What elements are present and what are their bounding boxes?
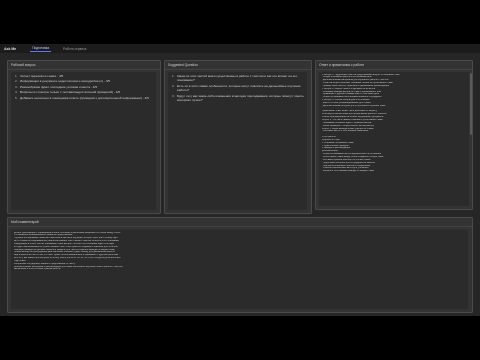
list-item[interactable]: 1. Какие из этих частей книги существенны… bbox=[172, 74, 304, 83]
context-line: Заключение и итоги по всем пунктам работ… bbox=[13, 268, 61, 271]
suggested-list: 1. Какие из этих частей книги существенны… bbox=[168, 72, 307, 105]
suggested-panel-header: Suggested Question bbox=[165, 61, 311, 70]
context-panel-body[interactable]: Детали, работающие с обращением к книге,… bbox=[11, 230, 468, 309]
questions-panel: Рабочий вопрос 1. Читает пересказ из книг… bbox=[7, 60, 161, 214]
suggested-panel-body[interactable]: 1. Какие из этих частей книги существенны… bbox=[168, 72, 307, 210]
item-text: Разнообразие фраз: последние условия и м… bbox=[20, 84, 98, 89]
list-item[interactable]: 2. Есть ли в этих главах особенности, кот… bbox=[172, 84, 304, 93]
item-text: Вопросы из спектра только с тестами/недо… bbox=[20, 90, 121, 95]
tab-preparation[interactable]: Подготовка bbox=[30, 45, 52, 52]
app-window: Ask Me Подготовка Работа сервиса Рабочий… bbox=[0, 44, 480, 316]
answer-line: - Запишите собственные выводы по каждой … bbox=[321, 170, 374, 173]
item-text: Читает пересказ из книги - 4/5 bbox=[20, 74, 64, 78]
context-panel: Мой комментарий Детали, работающие с обр… bbox=[7, 217, 473, 313]
app-name: Ask Me bbox=[4, 46, 17, 51]
item-text: Добавьте несколько в помощника ответе (п… bbox=[20, 95, 149, 100]
list-item: 3. Разнообразие фраз: последние условия и… bbox=[15, 85, 153, 89]
tab-service-work[interactable]: Работа сервиса bbox=[61, 46, 88, 52]
suggested-panel: Suggested Question 1. Какие из этих часте… bbox=[164, 60, 312, 214]
item-text: Какие из этих частей книги существенны в… bbox=[177, 74, 298, 83]
list-item: 5. Добавьте несколько в помощника ответе … bbox=[15, 96, 153, 100]
answer-panel-title: Ответ и примечания к работе bbox=[319, 63, 365, 67]
item-text: Будут ли у вас какие-либо изменения в ме… bbox=[177, 93, 304, 102]
answer-scrollbar[interactable] bbox=[470, 73, 472, 135]
item-text: Есть ли в этих главах особенности, котор… bbox=[177, 83, 301, 93]
questions-panel-header: Рабочий вопрос bbox=[8, 61, 160, 70]
suggested-panel-title: Suggested Question bbox=[168, 63, 198, 67]
list-item: 2. Информация в документе недостаточна и … bbox=[15, 79, 153, 83]
context-panel-title: Мой комментарий bbox=[11, 220, 39, 224]
answer-panel: Ответ и примечания к работе 1. Вопрос 1:… bbox=[315, 60, 473, 210]
answer-panel-header: Ответ и примечания к работе bbox=[316, 61, 472, 70]
questions-panel-body[interactable]: 1. Читает пересказ из книги - 4/5 2. Инфор… bbox=[11, 72, 156, 210]
list-item: 4. Вопросы из спектра только с тестами/не… bbox=[15, 90, 153, 94]
answer-panel-body[interactable]: 1. Вопрос 1: Подробный ответ на предложе… bbox=[319, 72, 469, 206]
item-text: Информация в документе недостаточна и не… bbox=[20, 79, 111, 84]
top-bar: Ask Me Подготовка Работа сервиса bbox=[0, 44, 480, 53]
list-item: 1. Читает пересказ из книги - 4/5 bbox=[15, 74, 153, 78]
list-item[interactable]: 3. Будут ли у вас какие-либо изменения в … bbox=[172, 94, 304, 103]
questions-panel-title: Рабочий вопрос bbox=[11, 63, 36, 67]
questions-list: 1. Читает пересказ из книги - 4/5 2. Инфор… bbox=[11, 72, 156, 103]
context-panel-header: Мой комментарий bbox=[8, 218, 472, 227]
